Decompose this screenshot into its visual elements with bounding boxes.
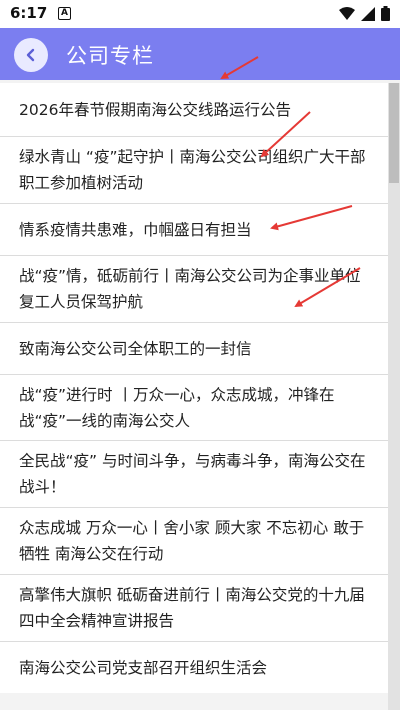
news-title: 战“疫”情，砥砺前行丨南海公交公司为企事业单位复工人员保驾护航 [19, 267, 361, 311]
list-item[interactable]: 绿水青山 “疫”起守护丨南海公交公司组织广大干部职工参加植树活动 [0, 136, 388, 203]
battery-icon [381, 6, 390, 21]
list-item[interactable]: 战“疫”情，砥砺前行丨南海公交公司为企事业单位复工人员保驾护航 [0, 255, 388, 322]
news-title: 全民战“疫” 与时间斗争，与病毒斗争，南海公交在战斗！ [19, 452, 366, 496]
app-bar: 公司专栏 [0, 28, 400, 80]
list-item[interactable]: 高擎伟大旗帜 砥砺奋进前行丨南海公交党的十九届四中全会精神宣讲报告 [0, 574, 388, 641]
page-title: 公司专栏 [66, 44, 154, 68]
news-title: 战“疫”进行时 丨万众一心，众志成城，冲锋在战“疫”一线的南海公交人 [19, 385, 335, 430]
wifi-icon [339, 6, 355, 20]
news-title: 高擎伟大旗帜 砥砺奋进前行丨南海公交党的十九届四中全会精神宣讲报告 [19, 586, 365, 630]
list-item[interactable]: 2026年春节假期南海公交线路运行公告 [0, 83, 388, 136]
news-list: 2026年春节假期南海公交线路运行公告 绿水青山 “疫”起守护丨南海公交公司组织… [0, 83, 388, 693]
list-item[interactable]: 众志成城 万众一心丨舍小家 顾大家 不忘初心 敢于牺牲 南海公交在行动 [0, 507, 388, 574]
news-title: 绿水青山 “疫”起守护丨南海公交公司组织广大干部职工参加植树活动 [19, 148, 366, 192]
list-item[interactable]: 战“疫”进行时 丨万众一心，众志成城，冲锋在战“疫”一线的南海公交人 [0, 374, 388, 440]
chevron-left-icon [26, 48, 35, 62]
notification-badge: A [58, 7, 71, 20]
status-bar: 6:17 A [0, 0, 400, 28]
news-title: 众志成城 万众一心丨舍小家 顾大家 不忘初心 敢于牺牲 南海公交在行动 [19, 519, 365, 563]
back-button[interactable] [14, 38, 48, 72]
status-icons [339, 6, 390, 21]
list-item[interactable]: 致南海公交公司全体职工的一封信 [0, 322, 388, 374]
news-title: 致南海公交公司全体职工的一封信 [19, 339, 252, 358]
news-title: 南海公交公司党支部召开组织生活会 [19, 658, 268, 677]
list-item[interactable]: 全民战“疫” 与时间斗争，与病毒斗争，南海公交在战斗！ [0, 440, 388, 507]
status-time: 6:17 [10, 4, 48, 22]
signal-icon [361, 6, 375, 21]
list-item[interactable]: 南海公交公司党支部召开组织生活会 [0, 641, 388, 693]
news-title: 情系疫情共患难，巾帼盛日有担当 [19, 220, 252, 239]
list-item[interactable]: 情系疫情共患难，巾帼盛日有担当 [0, 203, 388, 255]
scrollbar-thumb[interactable] [389, 83, 399, 183]
news-title: 2026年春节假期南海公交线路运行公告 [19, 100, 291, 119]
